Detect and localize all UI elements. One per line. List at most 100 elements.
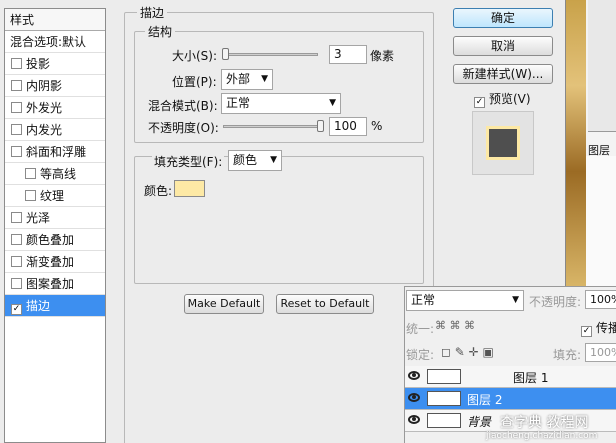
style-item-label: 描边 <box>26 299 51 313</box>
watermark-title: 查字典 教程网 <box>500 415 589 431</box>
style-item-label: 光泽 <box>26 211 51 225</box>
position-value: 外部 <box>226 72 251 86</box>
blend-mode-select[interactable]: 正常 ▼ <box>221 93 341 114</box>
checkbox-icon[interactable] <box>11 256 22 267</box>
checkbox-icon[interactable] <box>11 212 22 223</box>
tool-options-column <box>588 0 616 132</box>
stroke-group-title: 描边 <box>137 4 168 21</box>
layer-thumbnail <box>427 413 461 428</box>
chevron-down-icon: ▼ <box>270 155 277 165</box>
new-style-button[interactable]: 新建样式(W)... <box>453 64 553 84</box>
checkbox-icon[interactable] <box>11 124 22 135</box>
check-icon: ✓ <box>581 326 592 337</box>
style-item-label: 纹理 <box>40 189 65 203</box>
make-default-button[interactable]: Make Default <box>184 294 264 314</box>
style-item-label: 图案叠加 <box>26 277 75 291</box>
checkbox-icon[interactable] <box>25 190 36 201</box>
chevron-down-icon: ▼ <box>261 74 268 84</box>
checkbox-icon[interactable] <box>11 278 22 289</box>
layer-opacity-input[interactable]: 100% <box>585 290 616 309</box>
size-label: 大小(S): <box>172 49 218 63</box>
style-item-9[interactable]: 渐变叠加 <box>5 251 105 273</box>
eye-icon[interactable] <box>408 415 420 424</box>
style-item-1[interactable]: 内阴影 <box>5 75 105 97</box>
layer-name[interactable]: 背景 <box>467 413 491 430</box>
style-item-8[interactable]: 颜色叠加 <box>5 229 105 251</box>
unify-label: 统一: <box>406 322 435 336</box>
opacity-slider-thumb[interactable] <box>317 120 324 132</box>
style-item-4[interactable]: 斜面和浮雕 <box>5 141 105 163</box>
style-item-label: 外发光 <box>26 101 63 115</box>
layer-thumbnail <box>427 391 461 406</box>
checkbox-icon[interactable] <box>11 58 22 69</box>
eye-icon[interactable] <box>408 371 420 380</box>
checkbox-icon[interactable] <box>11 80 22 91</box>
fill-color-swatch[interactable] <box>174 180 205 197</box>
style-item-6[interactable]: 纹理 <box>5 185 105 207</box>
position-select[interactable]: 外部 ▼ <box>221 69 273 90</box>
side-panel-body <box>586 156 616 286</box>
style-item-3[interactable]: 内发光 <box>5 119 105 141</box>
layer-fill-input[interactable]: 100% <box>585 343 616 362</box>
checkbox-icon[interactable] <box>11 234 22 245</box>
check-icon: ✓ <box>474 97 485 108</box>
size-unit: 像素 <box>370 49 395 63</box>
chevron-down-icon: ▼ <box>329 98 336 108</box>
reset-default-button[interactable]: Reset to Default <box>276 294 374 314</box>
photo-image <box>566 0 586 286</box>
layer-opacity-label: 不透明度: <box>529 295 582 309</box>
fill-color-label: 颜色: <box>144 184 173 198</box>
styles-list: 样式 混合选项:默认 投影内阴影外发光内发光斜面和浮雕等高线纹理光泽颜色叠加渐变… <box>4 8 106 443</box>
fill-type-value: 颜色 <box>233 153 258 167</box>
preview-square <box>486 126 520 160</box>
fill-type-select[interactable]: 颜色 ▼ <box>228 150 282 171</box>
checkbox-icon[interactable] <box>11 146 22 157</box>
watermark-url: jiaocheng.chazidian.com <box>486 431 598 441</box>
opacity-slider-track[interactable] <box>223 125 323 128</box>
layer-blend-value: 正常 <box>411 293 436 307</box>
style-item-11[interactable]: ✓ 描边 <box>5 295 105 317</box>
style-item-2[interactable]: 外发光 <box>5 97 105 119</box>
checkbox-icon[interactable] <box>11 102 22 113</box>
fill-type-label: 填充类型(F): <box>152 153 225 170</box>
style-item-5[interactable]: 等高线 <box>5 163 105 185</box>
blend-mode-label: 混合模式(B): <box>148 99 218 113</box>
style-item-0[interactable]: 投影 <box>5 53 105 75</box>
check-icon[interactable]: ✓ <box>11 304 22 315</box>
lock-icons[interactable]: ◻ ✎ ✛ ▣ <box>441 345 494 359</box>
layer-row[interactable]: 图层 2 <box>405 388 616 410</box>
layers-tab[interactable]: 图层 <box>588 142 616 157</box>
layer-blend-select[interactable]: 正常 ▼ <box>406 290 524 311</box>
opacity-input[interactable]: 100 <box>329 117 367 136</box>
style-item-10[interactable]: 图案叠加 <box>5 273 105 295</box>
style-item-label: 内发光 <box>26 123 63 137</box>
styles-header[interactable]: 样式 <box>5 9 105 31</box>
blend-options-item[interactable]: 混合选项:默认 <box>5 31 105 53</box>
preview-thumbnail <box>472 111 534 175</box>
propagate-checkbox[interactable]: ✓ 传播 <box>581 319 616 337</box>
style-item-label: 渐变叠加 <box>26 255 75 269</box>
lock-label: 锁定: <box>406 348 435 362</box>
background-canvas-strip: 图层 <box>565 0 616 286</box>
style-item-7[interactable]: 光泽 <box>5 207 105 229</box>
layer-row[interactable]: 图层 1 <box>405 366 616 388</box>
layer-thumbnail <box>427 369 461 384</box>
size-slider-thumb[interactable] <box>222 48 229 60</box>
cancel-button[interactable]: 取消 <box>453 36 553 56</box>
layer-name[interactable]: 图层 1 <box>513 369 548 386</box>
style-item-label: 内阴影 <box>26 79 63 93</box>
eye-icon[interactable] <box>408 393 420 402</box>
ok-button[interactable]: 确定 <box>453 8 553 28</box>
layer-name[interactable]: 图层 2 <box>467 391 502 408</box>
blend-mode-value: 正常 <box>226 96 251 110</box>
size-input[interactable]: 3 <box>329 45 367 64</box>
unify-icons[interactable]: ⌘ ⌘ ⌘ <box>435 319 475 332</box>
style-item-label: 斜面和浮雕 <box>26 145 87 159</box>
checkbox-icon[interactable] <box>25 168 36 179</box>
propagate-label: 传播 <box>596 321 616 335</box>
preview-label: 预览(V) <box>489 92 531 106</box>
size-slider-track[interactable] <box>223 53 318 56</box>
chevron-down-icon: ▼ <box>512 295 519 305</box>
structure-group-title: 结构 <box>145 23 176 40</box>
preview-checkbox[interactable]: ✓ 预览(V) <box>474 90 531 108</box>
